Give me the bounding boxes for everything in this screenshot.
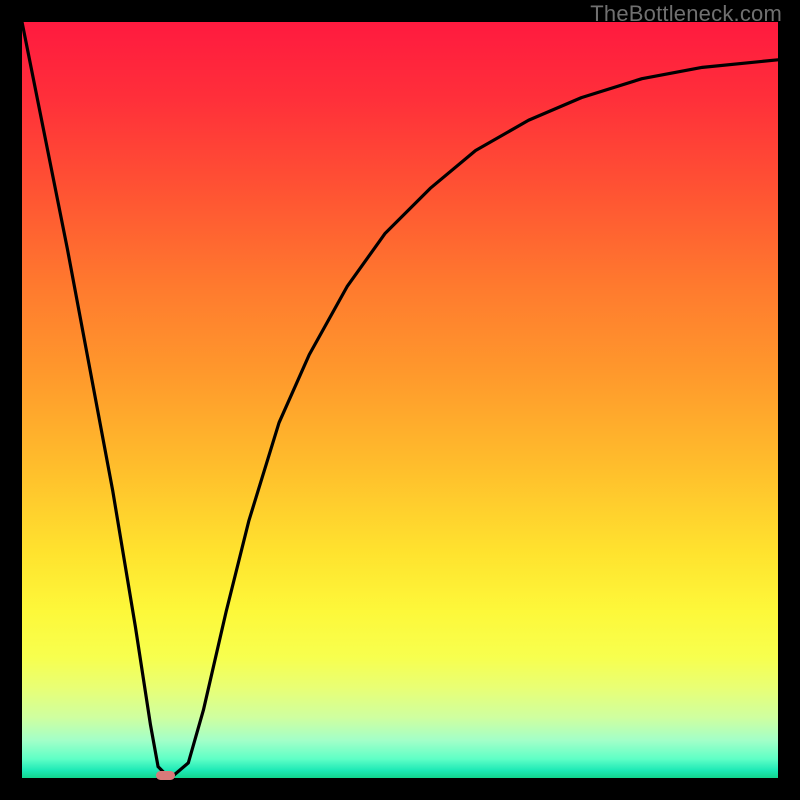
- bottleneck-curve: [22, 22, 778, 776]
- watermark-text: TheBottleneck.com: [590, 1, 782, 27]
- minimum-marker: [156, 771, 176, 780]
- curve-svg: [22, 22, 778, 778]
- plot-area: [22, 22, 778, 778]
- chart-container: TheBottleneck.com: [0, 0, 800, 800]
